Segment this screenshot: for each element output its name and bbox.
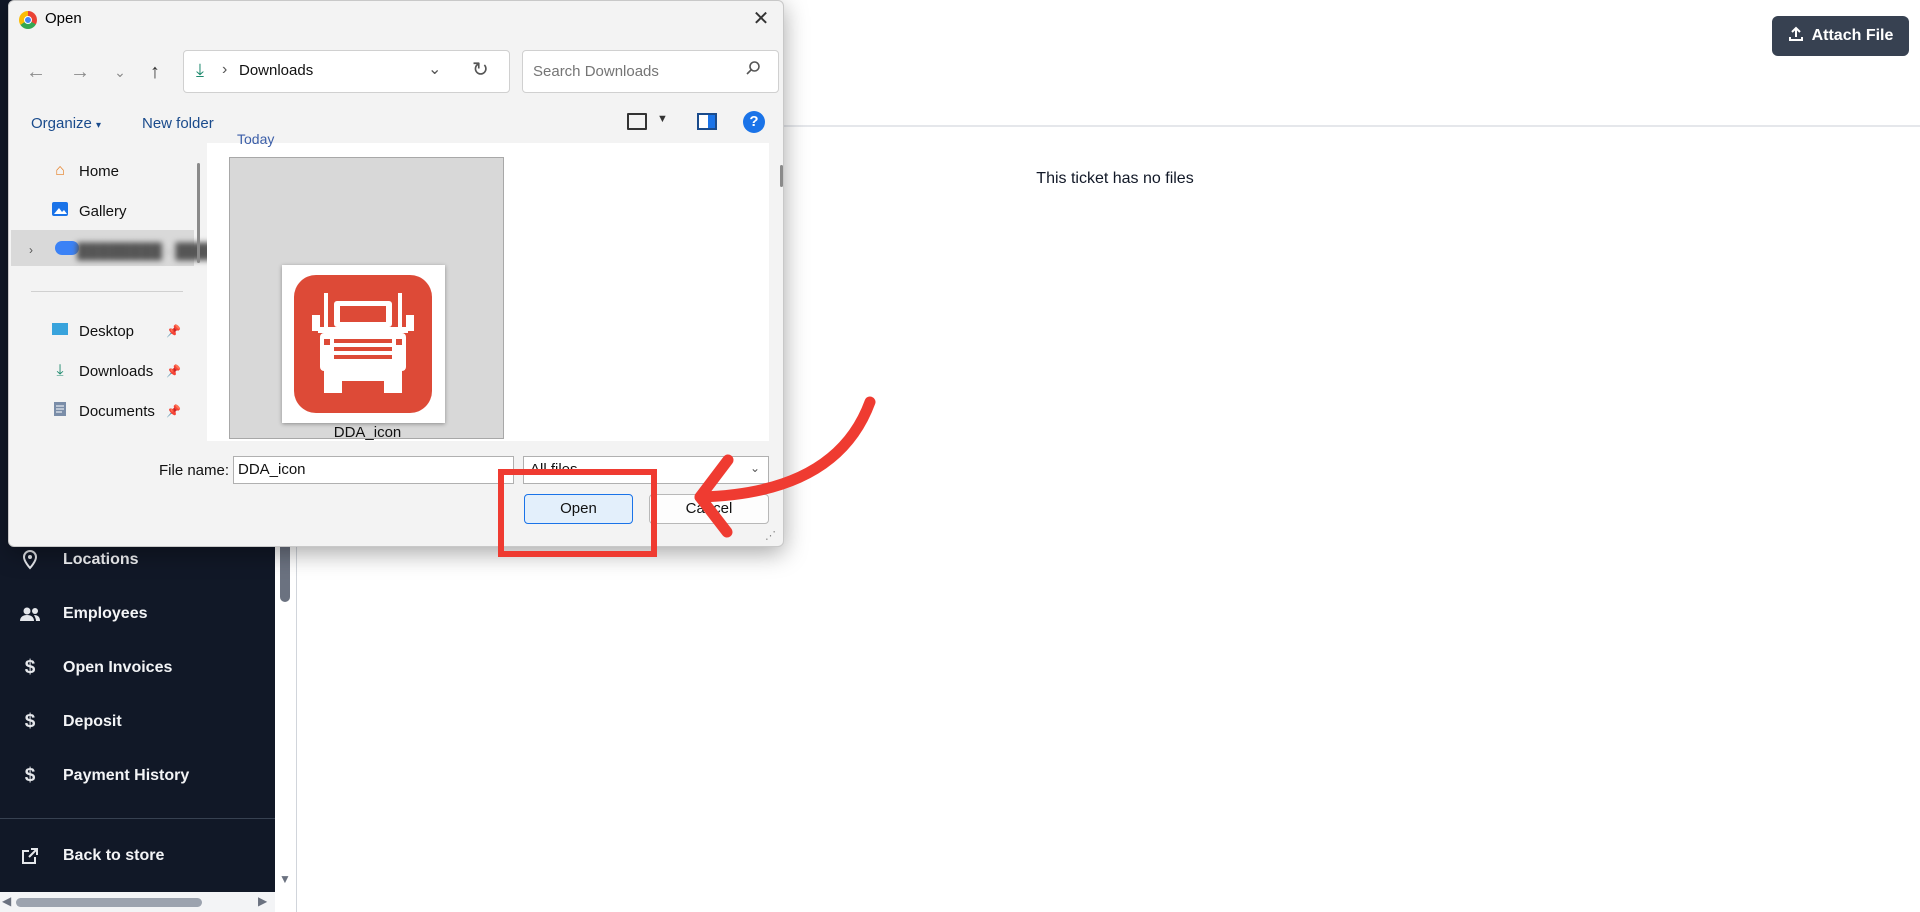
cancel-button[interactable]: Cancel: [649, 494, 769, 524]
download-icon: ⤓: [56, 362, 64, 379]
nav-item-desktop[interactable]: Desktop 📌: [9, 315, 194, 347]
scroll-left-arrow-icon[interactable]: ◀: [2, 894, 14, 908]
sidebar-item-label: Deposit: [63, 713, 122, 730]
search-input[interactable]: [531, 62, 735, 81]
chevron-down-icon[interactable]: ⌄: [428, 59, 441, 79]
documents-icon: [49, 401, 71, 422]
breadcrumb-chevron-icon: ›: [222, 61, 228, 78]
dollar-icon: $: [24, 657, 36, 678]
preview-pane-icon[interactable]: [697, 113, 717, 130]
horizontal-scroll-thumb[interactable]: [16, 898, 202, 907]
nav-item-home[interactable]: ⌂ Home: [9, 155, 194, 187]
sidebar-divider: [0, 818, 275, 819]
file-list-scroll-thumb[interactable]: [780, 165, 783, 187]
forward-arrow-icon[interactable]: →: [67, 59, 93, 85]
dollar-icon: $: [24, 765, 36, 786]
scroll-down-arrow-icon[interactable]: ▼: [277, 872, 293, 888]
file-list: Today DDA_icon: [207, 131, 769, 441]
caret-down-icon: ▾: [96, 120, 102, 131]
refresh-icon[interactable]: ↻: [472, 57, 489, 82]
scroll-right-arrow-icon[interactable]: ▶: [258, 894, 270, 908]
group-header[interactable]: Today: [237, 131, 274, 147]
back-arrow-icon[interactable]: ←: [23, 59, 49, 85]
location-pin-icon: [18, 550, 42, 570]
file-tile[interactable]: DDA_icon: [229, 157, 504, 441]
attach-file-button[interactable]: Attach File: [1772, 16, 1909, 56]
gallery-icon: [49, 201, 71, 222]
sidebar-item-employees[interactable]: Employees: [0, 594, 275, 634]
new-folder-button[interactable]: New folder: [142, 115, 214, 132]
up-arrow-icon[interactable]: ↑: [142, 59, 168, 85]
file-name-field-label: File name:: [159, 462, 230, 479]
expand-chevron-icon[interactable]: ›: [29, 243, 33, 257]
sidebar-item-label: Open Invoices: [63, 659, 173, 676]
nav-item-documents[interactable]: Documents 📌: [9, 395, 194, 427]
breadcrumb[interactable]: Downloads: [239, 62, 313, 79]
pin-icon: 📌: [166, 404, 181, 418]
resize-grip-icon[interactable]: ⋰: [765, 529, 776, 542]
attach-file-label: Attach File: [1811, 27, 1894, 44]
sidebar-item-label: Back to store: [63, 847, 165, 864]
chevron-down-icon[interactable]: ⌄: [750, 461, 760, 475]
sidebar-item-label: Payment History: [63, 767, 190, 784]
sidebar-item-open-invoices[interactable]: $ Open Invoices: [0, 648, 275, 688]
file-name-label: DDA_icon: [333, 424, 402, 441]
upload-icon: [1788, 26, 1804, 47]
file-thumbnail: [282, 265, 445, 423]
sidebar-item-label: Employees: [63, 605, 148, 622]
home-icon: ⌂: [55, 162, 65, 179]
desktop-icon: [49, 322, 71, 341]
search-box[interactable]: [522, 50, 779, 93]
people-icon: [18, 606, 42, 622]
nav-divider: [31, 291, 183, 292]
nav-item-downloads[interactable]: ⤓ Downloads 📌: [9, 355, 194, 387]
sidebar-item-deposit[interactable]: $ Deposit: [0, 702, 275, 742]
truck-icon: [294, 275, 432, 413]
empty-state-message: This ticket has no files: [1036, 170, 1194, 187]
download-icon: ⤓: [196, 60, 204, 80]
highlight-box: [498, 469, 657, 557]
caret-down-icon[interactable]: ▼: [657, 113, 668, 125]
recent-locations-chevron-icon[interactable]: ⌄: [107, 59, 133, 85]
pin-icon: 📌: [166, 364, 181, 378]
dialog-title: Open: [45, 10, 82, 27]
sidebar-item-label: Locations: [63, 551, 139, 568]
external-link-icon: [18, 847, 42, 865]
sidebar-item-payment-history[interactable]: $ Payment History: [0, 756, 275, 796]
nav-item-gallery[interactable]: Gallery: [9, 195, 194, 227]
nav-scroll-thumb[interactable]: [197, 163, 200, 263]
help-icon[interactable]: ?: [743, 111, 765, 133]
open-file-dialog: Open ✕ ← → ⌄ ↑ ⤓ › Downloads ⌄ ↻ Organiz…: [8, 0, 784, 547]
file-name-field[interactable]: ⌄: [233, 456, 514, 484]
close-icon[interactable]: ✕: [749, 7, 773, 31]
command-bar: Organize ▾ New folder ▼ ?: [9, 105, 783, 141]
pin-icon: 📌: [166, 324, 181, 338]
cloud-icon: [55, 241, 79, 255]
address-bar[interactable]: ⤓ › Downloads ⌄ ↻: [183, 50, 510, 93]
search-icon[interactable]: [745, 60, 761, 81]
file-name-input[interactable]: [238, 461, 478, 478]
view-options-icon[interactable]: [627, 113, 647, 130]
organize-menu[interactable]: Organize ▾: [31, 115, 101, 132]
chrome-icon: [19, 11, 37, 29]
dollar-icon: $: [24, 711, 36, 732]
sidebar-item-back-to-store[interactable]: Back to store: [0, 836, 275, 876]
